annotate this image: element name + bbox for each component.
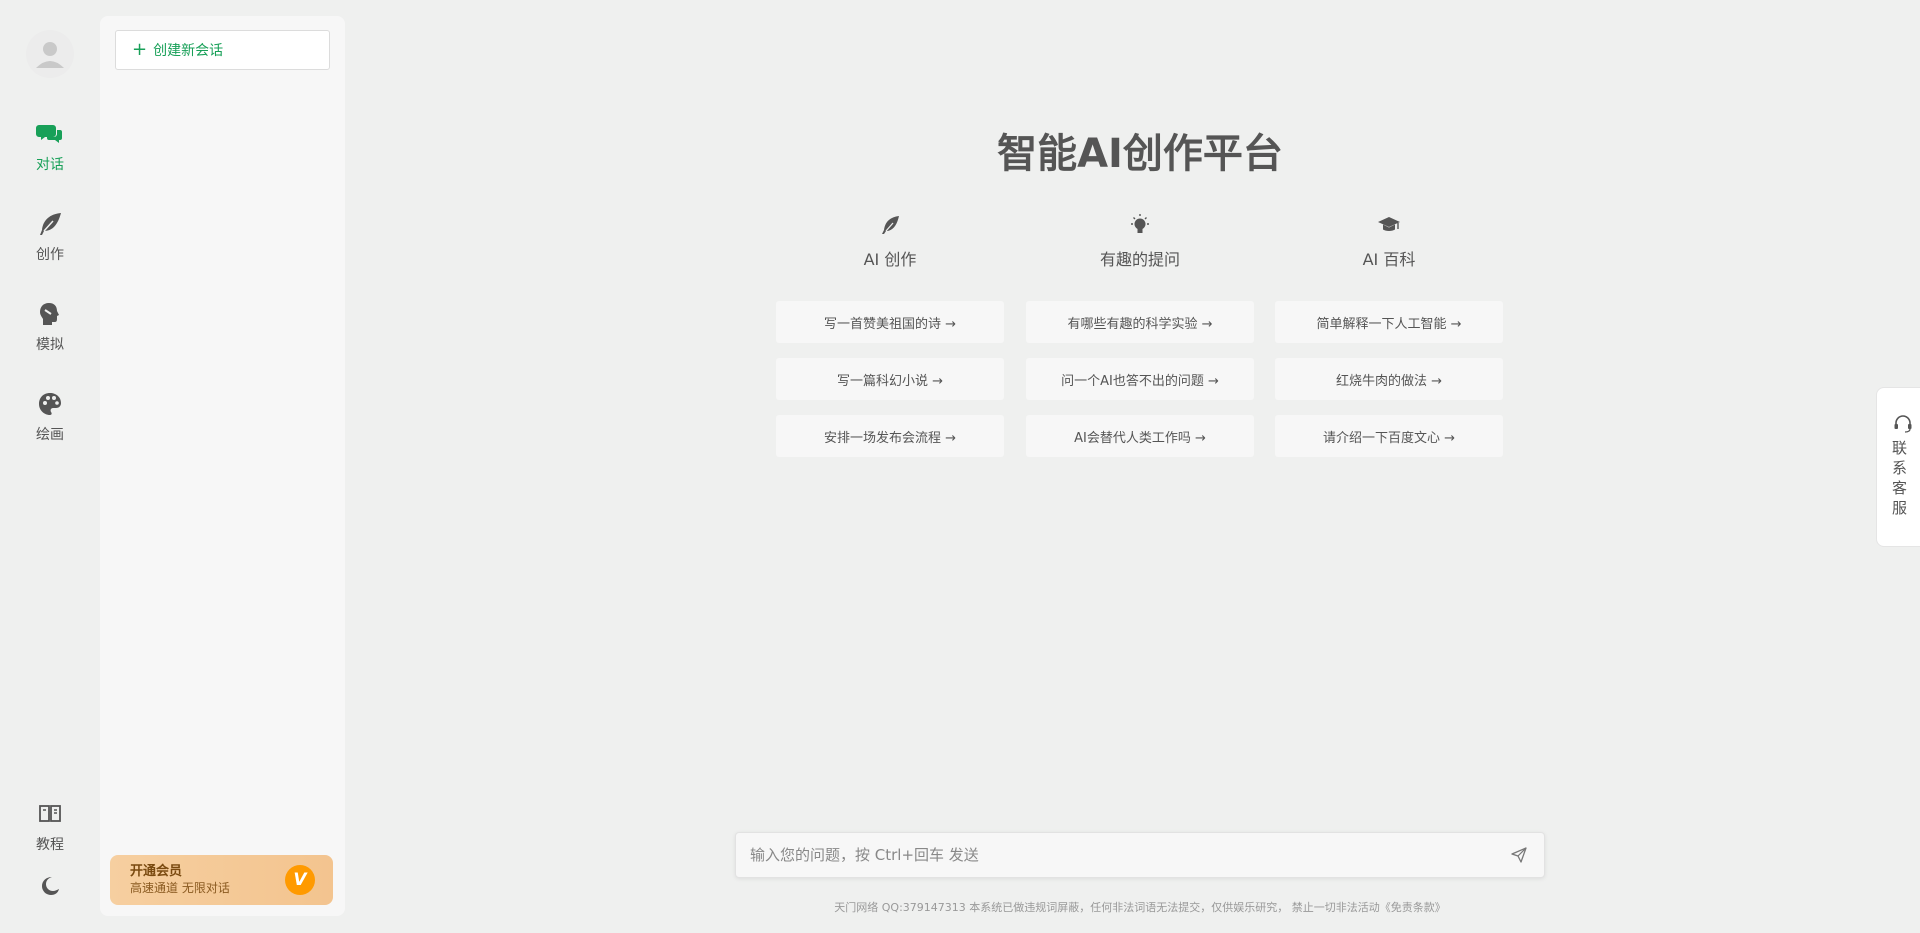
customer-service-tab[interactable]: 联系客服 bbox=[1876, 387, 1920, 547]
suggested-question[interactable]: 问一个AI也答不出的问题 → bbox=[1026, 358, 1254, 400]
suggested-question[interactable]: 请介绍一下百度文心 → bbox=[1275, 415, 1503, 457]
suggested-question[interactable]: 写一篇科幻小说 → bbox=[776, 358, 1004, 400]
category-label: AI 创作 bbox=[863, 250, 917, 269]
palette-icon bbox=[39, 393, 61, 415]
suggested-question[interactable]: 简单解释一下人工智能 → bbox=[1275, 301, 1503, 343]
new-chat-button[interactable]: + 创建新会话 bbox=[115, 30, 330, 70]
new-chat-label: 创建新会话 bbox=[153, 43, 224, 59]
vip-badge-icon: V bbox=[285, 865, 315, 895]
page-title: 智能AI创作平台 bbox=[997, 131, 1283, 177]
nav-item-create[interactable]: 创作 bbox=[0, 210, 100, 264]
nav-item-label: 创作 bbox=[36, 247, 64, 263]
feather-icon bbox=[882, 216, 899, 234]
vip-upgrade-card[interactable]: 开通会员 高速通道 无限对话 V bbox=[110, 855, 333, 905]
category-ai-create: AI 创作 bbox=[776, 212, 1004, 270]
graduation-cap-icon bbox=[1378, 217, 1400, 231]
category-ai-wiki: AI 百科 bbox=[1275, 212, 1503, 270]
nav-item-draw[interactable]: 绘画 bbox=[0, 390, 100, 444]
nav-item-label: 绘画 bbox=[36, 427, 64, 443]
customer-service-label: 联系客服 bbox=[1892, 439, 1908, 517]
nav-item-tutorial[interactable]: 教程 bbox=[0, 800, 100, 854]
user-icon bbox=[36, 42, 64, 68]
nav-item-label: 教程 bbox=[36, 837, 64, 853]
suggested-question[interactable]: 安排一场发布会流程 → bbox=[776, 415, 1004, 457]
category-label: AI 百科 bbox=[1362, 250, 1416, 269]
book-icon bbox=[39, 805, 61, 822]
lightbulb-icon bbox=[1131, 214, 1149, 233]
suggested-question[interactable]: 有哪些有趣的科学实验 → bbox=[1026, 301, 1254, 343]
suggested-question[interactable]: 红烧牛肉的做法 → bbox=[1275, 358, 1503, 400]
chat-input[interactable] bbox=[750, 833, 1490, 877]
nav-item-simulate[interactable]: 模拟 bbox=[0, 300, 100, 354]
suggested-question[interactable]: 写一首赞美祖国的诗 → bbox=[776, 301, 1004, 343]
category-label: 有趣的提问 bbox=[1099, 250, 1180, 269]
suggested-question[interactable]: AI会替代人类工作吗 → bbox=[1026, 415, 1254, 457]
head-profile-icon bbox=[40, 303, 59, 325]
plus-icon: + bbox=[132, 39, 148, 60]
feather-icon bbox=[40, 213, 61, 235]
send-icon[interactable] bbox=[1510, 846, 1528, 864]
moon-icon bbox=[42, 877, 59, 895]
avatar[interactable] bbox=[26, 30, 74, 78]
nav-item-label: 模拟 bbox=[36, 337, 64, 353]
category-fun-questions: 有趣的提问 bbox=[1026, 212, 1254, 270]
theme-toggle[interactable] bbox=[0, 872, 100, 900]
footer-disclaimer: 天门网络 QQ:379147313 本系统已做违规词屏蔽，任何非法词语无法提交，… bbox=[834, 901, 1446, 914]
chat-input-box bbox=[735, 832, 1545, 878]
headset-icon bbox=[1894, 415, 1912, 433]
